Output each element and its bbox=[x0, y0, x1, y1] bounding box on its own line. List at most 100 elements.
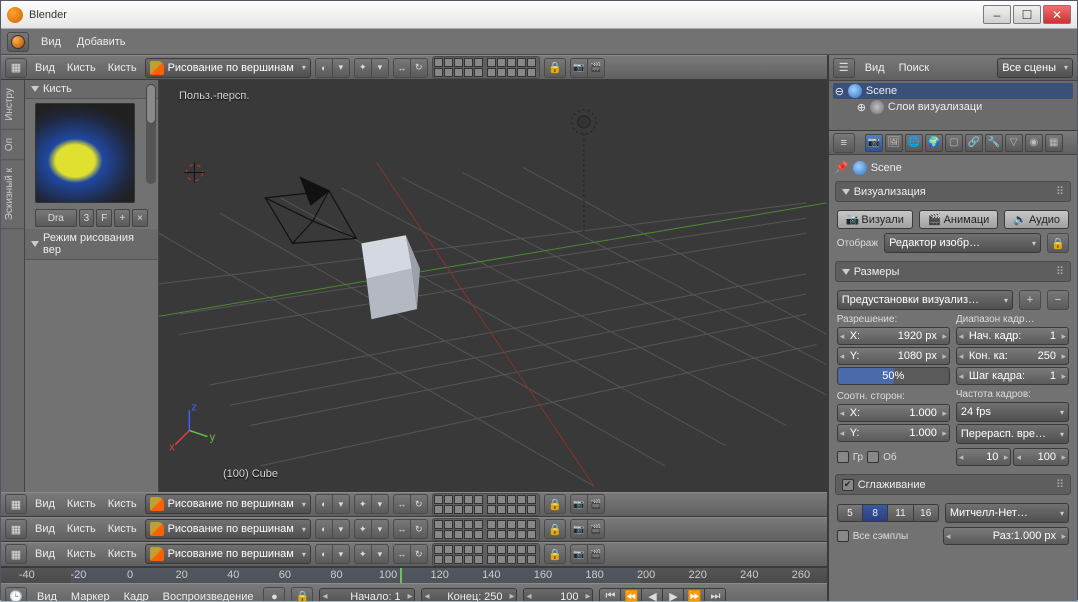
layer-buttons[interactable] bbox=[432, 493, 540, 516]
prop-tab-renderlayers[interactable]: 🖼 bbox=[885, 134, 903, 152]
frame-start-field[interactable]: ◂Начало: 1▸ bbox=[319, 588, 415, 602]
play-reverse-button[interactable]: ◀ bbox=[641, 588, 663, 602]
toolshelf-panel-brush-header[interactable]: Кисть bbox=[25, 80, 158, 99]
render-button[interactable]: 📷Визуали bbox=[837, 210, 913, 229]
pixel-filter-size-field[interactable]: ◂Раз:1.000 px▸ bbox=[943, 527, 1069, 545]
layer-buttons[interactable] bbox=[432, 56, 540, 79]
render-buttons[interactable]: 📷🎬 bbox=[570, 544, 605, 564]
prop-tab-modifier[interactable]: 🔧 bbox=[985, 134, 1003, 152]
manipulator-toggles[interactable]: ↔↻ bbox=[393, 544, 428, 564]
section-antialias-header[interactable]: ✔Сглаживание⠿ bbox=[835, 474, 1071, 495]
layer-buttons[interactable] bbox=[432, 518, 540, 541]
keyframe-prev-button[interactable]: ⏪ bbox=[620, 588, 642, 602]
prop-tab-constraint[interactable]: 🔗 bbox=[965, 134, 983, 152]
new-map-field[interactable]: ◂100▸ bbox=[1013, 448, 1069, 466]
info-menu-add[interactable]: Добавить bbox=[73, 34, 130, 50]
editor-type-icon[interactable]: ▦ bbox=[5, 544, 27, 564]
jump-start-button[interactable]: ⏮ bbox=[599, 588, 621, 602]
shading-selector[interactable]: ◐▾ bbox=[315, 544, 350, 564]
mode-selector[interactable]: Рисование по вершинам ▾ bbox=[145, 58, 311, 78]
prop-tab-data[interactable]: ▽ bbox=[1005, 134, 1023, 152]
render-buttons[interactable]: 📷🎬 bbox=[570, 519, 605, 539]
frame-end-field[interactable]: ◂Конец: 250▸ bbox=[421, 588, 517, 602]
play-button[interactable]: ▶ bbox=[662, 588, 684, 602]
mode-selector[interactable]: Рисование по вершинам▾ bbox=[145, 494, 311, 514]
menu-view[interactable]: Вид bbox=[31, 546, 59, 562]
lock-interface-icon[interactable]: 🔒 bbox=[1047, 233, 1069, 253]
old-map-field[interactable]: ◂10▸ bbox=[956, 448, 1012, 466]
timeline-menu-playback[interactable]: Воспроизведение bbox=[159, 589, 258, 602]
preset-add-button[interactable]: + bbox=[1019, 290, 1041, 310]
editor-type-selector[interactable] bbox=[7, 32, 29, 52]
outliner-menu-view[interactable]: Вид bbox=[861, 60, 889, 76]
window-close-button[interactable]: ✕ bbox=[1043, 5, 1071, 24]
current-frame-field[interactable]: ◂100▸ bbox=[523, 588, 593, 602]
brush-name-field[interactable]: Dra bbox=[35, 209, 77, 227]
mode-selector[interactable]: Рисование по вершинам▾ bbox=[145, 519, 311, 539]
menu-brush[interactable]: Кисть bbox=[63, 546, 100, 562]
antialias-checkbox[interactable]: ✔ bbox=[842, 479, 854, 491]
prop-tab-world[interactable]: 🌍 bbox=[925, 134, 943, 152]
section-render-header[interactable]: Визуализация⠿ bbox=[835, 181, 1071, 202]
brush-preview[interactable] bbox=[35, 103, 135, 203]
menu-brush[interactable]: Кисть bbox=[63, 521, 100, 537]
menu-view[interactable]: Вид bbox=[31, 496, 59, 512]
lock-camera-icon[interactable]: 🔒 bbox=[544, 519, 566, 539]
resolution-scale-slider[interactable]: 50% bbox=[837, 367, 950, 385]
prop-tab-object[interactable]: ▢ bbox=[945, 134, 963, 152]
pivot-selector[interactable]: ✦▾ bbox=[354, 519, 389, 539]
toolshelf-panel-paintmode-header[interactable]: Режим рисования вер bbox=[25, 229, 158, 260]
brush-users[interactable]: 3 bbox=[79, 209, 95, 227]
shading-selector[interactable]: ◐▾ bbox=[315, 494, 350, 514]
pivot-selector[interactable]: ✦▾ bbox=[354, 494, 389, 514]
view3d-menu-brush[interactable]: Кисть bbox=[63, 60, 100, 76]
preset-remove-button[interactable]: − bbox=[1047, 290, 1069, 310]
frame-start-field[interactable]: ◂Нач. кадр:1▸ bbox=[956, 327, 1069, 345]
outliner-menu-search[interactable]: Поиск bbox=[895, 60, 933, 76]
view3d-menu-brush2[interactable]: Кисть bbox=[104, 60, 141, 76]
toolshelf-tab-tools[interactable]: Инстру bbox=[1, 80, 24, 130]
render-buttons[interactable]: 📷🎬 bbox=[570, 58, 605, 78]
mode-selector[interactable]: Рисование по вершинам▾ bbox=[145, 544, 311, 564]
prop-tab-render[interactable]: 📷 bbox=[865, 134, 883, 152]
timeline-menu-frame[interactable]: Кадр bbox=[120, 589, 153, 602]
lock-camera-icon[interactable]: 🔒 bbox=[544, 544, 566, 564]
outliner-editor-type-icon[interactable]: ☰ bbox=[833, 58, 855, 78]
lock-camera-icon[interactable]: 🔒 bbox=[544, 58, 566, 78]
border-checkbox[interactable] bbox=[837, 451, 849, 463]
full-sample-checkbox[interactable] bbox=[837, 530, 849, 542]
aspect-y-field[interactable]: ◂Y:1.000▸ bbox=[837, 424, 950, 442]
render-preset-selector[interactable]: Предустановки визуализ…▾ bbox=[837, 290, 1013, 310]
layer-buttons[interactable] bbox=[432, 543, 540, 566]
render-audio-button[interactable]: 🔊Аудио bbox=[1004, 210, 1069, 229]
toolshelf-tab-options[interactable]: Оп bbox=[1, 130, 24, 160]
manipulator-toggles[interactable]: ↔↻ bbox=[393, 519, 428, 539]
timeline-editor-type-icon[interactable]: 🕒 bbox=[5, 587, 27, 602]
aspect-x-field[interactable]: ◂X:1.000▸ bbox=[837, 404, 950, 422]
auto-keyframe-icon[interactable]: ● bbox=[263, 587, 285, 602]
pivot-selector[interactable]: ✦▾ bbox=[354, 544, 389, 564]
jump-end-button[interactable]: ⏭ bbox=[704, 588, 726, 602]
outliner-row-renderlayers[interactable]: ⊕ Слои визуализаци bbox=[833, 99, 1073, 115]
editor-type-icon[interactable]: ▦ bbox=[5, 494, 27, 514]
frame-step-field[interactable]: ◂Шаг кадра:1▸ bbox=[956, 367, 1069, 385]
outliner-tree[interactable]: ⊖ Scene ⊕ Слои визуализаци bbox=[829, 81, 1077, 130]
display-mode-selector[interactable]: Редактор изобр…▾ bbox=[884, 233, 1041, 253]
view3d-editor-type-icon[interactable]: ▦ bbox=[5, 58, 27, 78]
keyframe-next-button[interactable]: ⏩ bbox=[683, 588, 705, 602]
shading-selector[interactable]: ◐▾ bbox=[315, 519, 350, 539]
viewport-canvas[interactable]: z y x Польз.-персп. (100) Cube bbox=[159, 80, 827, 492]
brush-remove-button[interactable]: × bbox=[132, 209, 148, 227]
pivot-selector[interactable]: ✦▾ bbox=[354, 58, 389, 78]
editor-type-icon[interactable]: ▦ bbox=[5, 519, 27, 539]
crop-checkbox[interactable] bbox=[867, 451, 879, 463]
resolution-x-field[interactable]: ◂X:1920 px▸ bbox=[837, 327, 950, 345]
section-dimensions-header[interactable]: Размеры⠿ bbox=[835, 261, 1071, 282]
aa-samples-segmented[interactable]: 5 8 11 16 bbox=[837, 504, 939, 522]
brush-add-button[interactable]: + bbox=[114, 209, 130, 227]
properties-editor-type-icon[interactable]: ≡ bbox=[833, 133, 855, 153]
menu-brush2[interactable]: Кисть bbox=[104, 546, 141, 562]
prop-tab-texture[interactable]: ▦ bbox=[1045, 134, 1063, 152]
lock-icon[interactable]: 🔒 bbox=[291, 587, 313, 602]
menu-view[interactable]: Вид bbox=[31, 521, 59, 537]
